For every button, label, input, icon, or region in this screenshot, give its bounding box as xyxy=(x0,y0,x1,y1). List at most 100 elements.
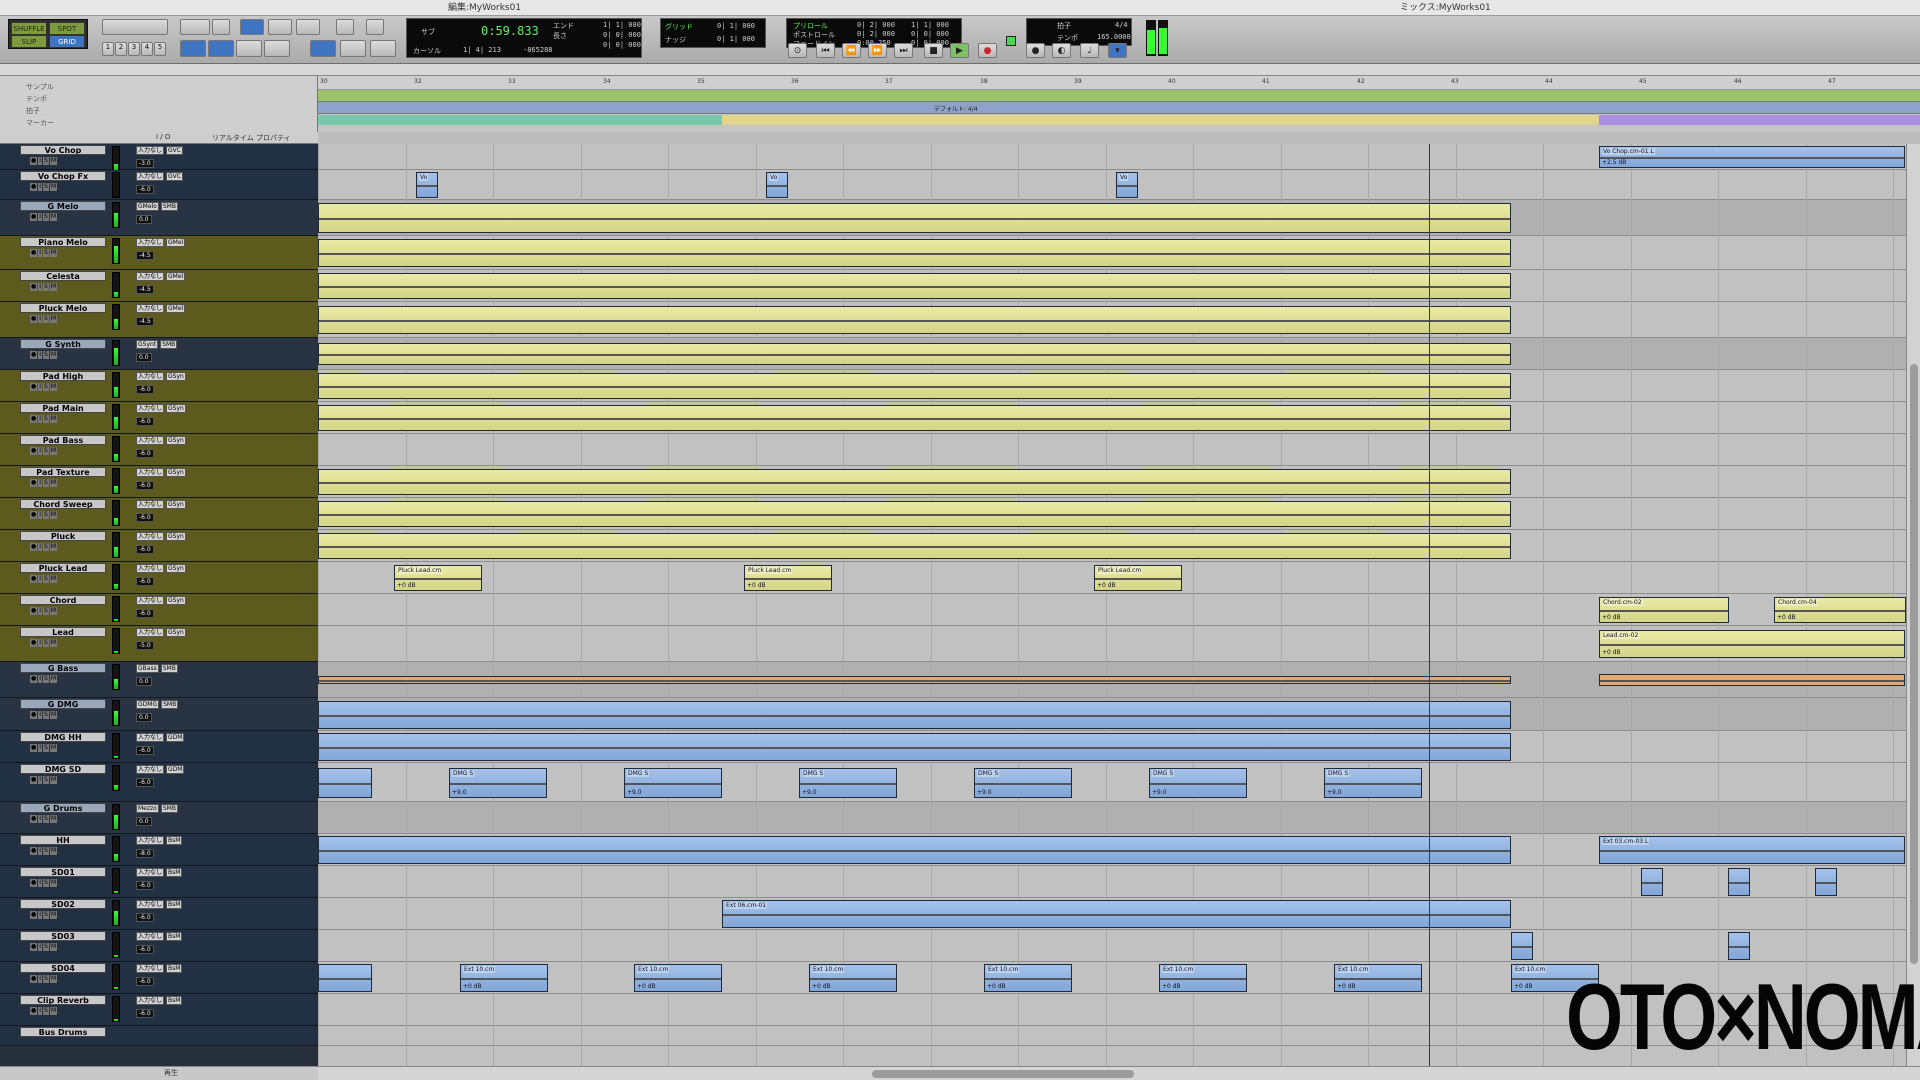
track-header[interactable]: Pad High ● I S M 入力なし GSyn -6.0 xyxy=(0,370,318,402)
track-volume[interactable]: -4.5 xyxy=(136,285,156,294)
track-toggle[interactable]: S xyxy=(43,283,49,291)
track-name[interactable]: Vo Chop Fx xyxy=(20,171,106,181)
audio-clip[interactable]: DMG S +9.0 xyxy=(974,768,1072,798)
track-volume-value[interactable]: 0.0 xyxy=(136,713,152,722)
insertion-follows-button[interactable] xyxy=(236,40,262,57)
audio-clip[interactable]: DMG S +9.0 xyxy=(799,768,897,798)
track-toggle[interactable]: ● xyxy=(30,183,38,191)
track-lane[interactable] xyxy=(318,866,1920,898)
track-toggle[interactable]: S xyxy=(43,879,49,887)
track-volume[interactable]: -5.0 xyxy=(136,641,156,650)
track-header[interactable]: G DMG ● I S M GDMG SMB 0.0 xyxy=(0,698,318,731)
track-name[interactable]: G DMG xyxy=(20,699,106,709)
track-io[interactable]: Mezzo SMB xyxy=(136,804,180,813)
metronome-icon[interactable]: ♩ xyxy=(1080,43,1099,58)
track-volume[interactable]: -8.0 xyxy=(136,849,156,858)
smart-tool-icon[interactable] xyxy=(296,19,320,35)
track-io[interactable]: 入力なし GDM xyxy=(136,765,186,774)
track-output[interactable]: GSyn xyxy=(166,628,186,637)
track-volume[interactable]: -6.0 xyxy=(136,417,156,426)
go-to-end-icon[interactable]: ⏭ xyxy=(894,43,913,58)
zoom-preset-5[interactable]: 5 xyxy=(154,42,166,56)
track-header[interactable]: Pluck ● I S M 入力なし GSyn -6.0 xyxy=(0,530,318,562)
track-name[interactable]: SD02 xyxy=(20,899,106,909)
track-input[interactable]: 入力なし xyxy=(136,765,165,774)
track-toggle[interactable]: M xyxy=(49,157,58,165)
track-input[interactable]: 入力なし xyxy=(136,468,165,477)
audio-clip[interactable] xyxy=(318,768,372,798)
track-volume[interactable]: -6.0 xyxy=(136,449,156,458)
track-volume-value[interactable]: -6.0 xyxy=(136,977,154,986)
track-input[interactable]: 入力なし xyxy=(136,596,165,605)
track-toggle[interactable]: S xyxy=(43,511,49,519)
track-volume-value[interactable]: 0.0 xyxy=(136,677,152,686)
track-toggle[interactable]: S xyxy=(43,776,49,784)
track-io[interactable]: 入力なし BsM xyxy=(136,996,184,1005)
track-toggle[interactable]: ● xyxy=(30,675,38,683)
vertical-scrollbar[interactable] xyxy=(1906,144,1920,1066)
track-input[interactable]: Mezzo xyxy=(136,804,159,813)
audio-clip[interactable] xyxy=(318,373,1511,399)
track-toggle[interactable]: S xyxy=(43,351,49,359)
horizontal-scroll-thumb[interactable] xyxy=(872,1070,1134,1078)
track-toggle[interactable]: S xyxy=(43,607,49,615)
track-volume-value[interactable]: -6.0 xyxy=(136,609,154,618)
track-toggle[interactable]: I xyxy=(38,415,43,423)
track-header[interactable]: Chord Sweep ● I S M 入力なし GSyn -6.0 xyxy=(0,498,318,530)
track-output[interactable]: SMB xyxy=(160,664,178,673)
track-header[interactable]: SD02 ● I S M 入力なし BsM -6.0 xyxy=(0,898,318,930)
tempo-ruler[interactable] xyxy=(318,90,1920,102)
track-io[interactable]: GBass SMB xyxy=(136,664,180,673)
track-header[interactable]: Pad Main ● I S M 入力なし GSyn -6.0 xyxy=(0,402,318,434)
track-input[interactable]: 入力なし xyxy=(136,900,165,909)
trim-tool-icon[interactable] xyxy=(212,19,230,35)
audio-clip[interactable]: Ext 10.cm +0 dB xyxy=(634,964,722,992)
online-indicator[interactable] xyxy=(1006,36,1016,46)
track-volume-value[interactable]: -6.0 xyxy=(136,746,154,755)
track-volume-value[interactable]: -6.0 xyxy=(136,577,154,586)
track-toggle[interactable]: M xyxy=(49,815,58,823)
audio-clip[interactable] xyxy=(1641,868,1663,896)
track-volume-value[interactable]: -6.0 xyxy=(136,545,154,554)
track-toggle[interactable]: I xyxy=(38,607,43,615)
track-name[interactable]: G Melo xyxy=(20,201,106,211)
track-volume[interactable]: -6.0 xyxy=(136,577,156,586)
track-toggle[interactable]: M xyxy=(49,847,58,855)
track-io[interactable]: 入力なし BsM xyxy=(136,836,184,845)
track-io[interactable]: 入力なし GVC xyxy=(136,146,185,155)
track-toggle[interactable]: M xyxy=(49,543,58,551)
audio-clip[interactable]: Ext 06.cm-01 xyxy=(722,900,1511,928)
audio-clip[interactable] xyxy=(1511,932,1533,960)
mirror-midi-button[interactable] xyxy=(310,40,336,57)
track-toggle[interactable]: ● xyxy=(30,1007,38,1015)
audio-clip[interactable]: Ext 10.cm +0 dB xyxy=(1334,964,1422,992)
track-toggle[interactable]: M xyxy=(49,447,58,455)
grid-value[interactable]: 0| 1| 000 xyxy=(717,22,755,30)
track-io[interactable]: 入力なし GDM xyxy=(136,733,186,742)
track-input[interactable]: 入力なし xyxy=(136,628,165,637)
tab-to-transient-button[interactable] xyxy=(264,40,290,57)
track-lane[interactable] xyxy=(318,802,1920,834)
link-track-button[interactable] xyxy=(208,40,234,57)
track-io[interactable]: 入力なし GSyn xyxy=(136,500,188,509)
track-header[interactable]: Pad Texture ● I S M 入力なし GSyn -6.0 xyxy=(0,466,318,498)
track-toggle[interactable]: S xyxy=(43,479,49,487)
track-toggle[interactable]: ● xyxy=(30,415,38,423)
track-name[interactable]: Pad Texture xyxy=(20,467,106,477)
track-output[interactable]: GVC xyxy=(166,146,183,155)
track-input[interactable]: 入力なし xyxy=(136,436,165,445)
track-toggle[interactable]: I xyxy=(38,351,43,359)
track-toggle[interactable]: S xyxy=(43,911,49,919)
track-input[interactable]: 入力なし xyxy=(136,733,165,742)
track-output[interactable]: BsM xyxy=(166,836,183,845)
track-volume[interactable]: -6.0 xyxy=(136,945,156,954)
track-output[interactable]: GDM xyxy=(166,733,185,742)
track-toggle[interactable]: M xyxy=(49,711,58,719)
track-toggle[interactable]: S xyxy=(43,575,49,583)
track-header[interactable]: Vo Chop ● I S M 入力なし GVC -3.0 xyxy=(0,144,318,172)
track-output[interactable]: BsM xyxy=(166,868,183,877)
audio-clip[interactable]: Ext 03.cm-03.L xyxy=(1599,836,1905,864)
track-output[interactable]: GSyn xyxy=(166,500,186,509)
track-toggle[interactable]: I xyxy=(38,675,43,683)
track-toggle[interactable]: S xyxy=(43,447,49,455)
